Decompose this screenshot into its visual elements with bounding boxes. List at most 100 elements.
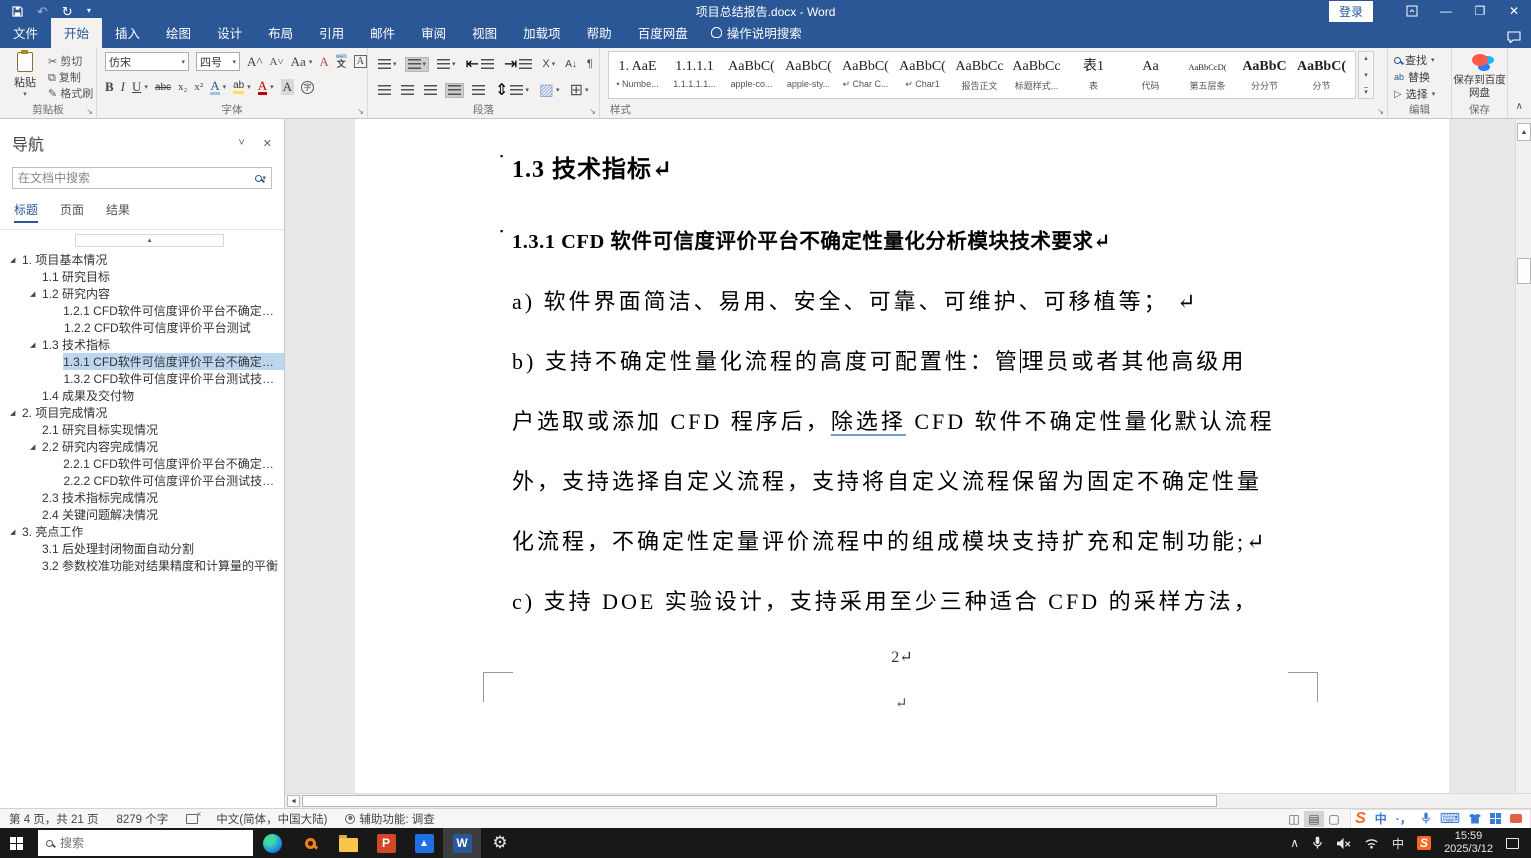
nav-scroll-up-strip[interactable]: ▲: [75, 234, 224, 247]
nav-item[interactable]: 1.4 成果及交付物: [0, 387, 284, 404]
highlight-color-button[interactable]: ab▾: [233, 81, 251, 94]
hidden-icons-chevron-icon[interactable]: ∧: [1290, 836, 1299, 850]
nav-item[interactable]: ◢1.3 技术指标: [0, 336, 284, 353]
ime-chinese-mode[interactable]: 中: [1375, 810, 1387, 827]
nav-options-chevron-icon[interactable]: ˅: [238, 137, 244, 150]
minimize-icon[interactable]: —: [1429, 0, 1463, 22]
clock[interactable]: 15:59 2025/3/12: [1444, 830, 1493, 856]
action-center-icon[interactable]: [1506, 838, 1519, 849]
ribbon-display-options-icon[interactable]: [1395, 0, 1429, 22]
paragraph-b-line3[interactable]: 外，支持选择自定义流程，支持将自定义流程保留为固定不确定性量: [512, 464, 1312, 496]
paste-button[interactable]: 粘贴 ▾: [8, 52, 42, 98]
nav-item[interactable]: 2.4 关键问题解决情况: [0, 506, 284, 523]
ime-punctuation-mode[interactable]: ·，: [1396, 810, 1412, 827]
collapse-ribbon-icon[interactable]: ∧: [1516, 101, 1523, 112]
italic-button[interactable]: I: [121, 79, 125, 95]
collapse-triangle-icon[interactable]: ◢: [30, 341, 39, 349]
style-item[interactable]: 1. AaE• Numbe...: [609, 52, 666, 98]
nav-close-icon[interactable]: ✕: [263, 137, 272, 150]
collapse-triangle-icon[interactable]: ◢: [10, 528, 19, 536]
shrink-font-button[interactable]: A˅: [270, 56, 284, 68]
numbering-button[interactable]: ▾: [405, 57, 430, 72]
nav-item[interactable]: 2.2.2 CFD软件可信度评价平台测试技术要求: [0, 472, 284, 489]
tab-help[interactable]: 帮助: [574, 18, 625, 48]
increase-indent-button[interactable]: ⇥: [502, 53, 534, 75]
nav-item[interactable]: 3.2 参数校准功能对结果精度和计算量的平衡: [0, 557, 284, 574]
strikethrough-button[interactable]: abc: [155, 82, 171, 93]
tab-addins[interactable]: 加载项: [510, 18, 574, 48]
proofing-error-icon[interactable]: [177, 814, 207, 824]
grow-font-button[interactable]: A^: [247, 54, 263, 70]
comments-icon[interactable]: [1507, 30, 1531, 48]
style-item[interactable]: AaBbC(分节: [1293, 52, 1350, 98]
nav-item[interactable]: ◢2.2 研究内容完成情况: [0, 438, 284, 455]
shading-button[interactable]: ▨▾: [537, 79, 562, 101]
sogou-logo-icon[interactable]: S: [1355, 810, 1366, 828]
nav-item-selected[interactable]: 1.3.1 CFD软件可信度评价平台不确定性量化...: [0, 353, 284, 370]
distribute-button[interactable]: [470, 84, 487, 97]
taskbar-search-box[interactable]: [38, 830, 253, 856]
language-indicator[interactable]: 中文(简体，中国大陆): [207, 811, 336, 827]
tab-review[interactable]: 审阅: [408, 18, 459, 48]
style-item[interactable]: AaBbC(apple-co...: [723, 52, 780, 98]
tab-layout[interactable]: 布局: [255, 18, 306, 48]
underline-button[interactable]: U▾: [132, 79, 148, 95]
styles-scroll-up-icon[interactable]: ▴: [1364, 54, 1368, 62]
ime-skin-icon[interactable]: [1469, 814, 1481, 824]
cut-button[interactable]: ✂ 剪切: [48, 53, 82, 69]
collapse-triangle-icon[interactable]: ◢: [10, 409, 19, 417]
nav-tab-headings[interactable]: 标题: [14, 201, 38, 223]
nav-item[interactable]: 2.3 技术指标完成情况: [0, 489, 284, 506]
change-case-button[interactable]: Aa▾: [291, 54, 313, 70]
ime-toolbox-grid-icon[interactable]: [1490, 813, 1501, 824]
volume-muted-icon[interactable]: [1336, 837, 1351, 850]
style-item[interactable]: AaBbCcD(第五层条: [1179, 52, 1236, 98]
nav-item[interactable]: ◢2. 项目完成情况: [0, 404, 284, 421]
nav-item[interactable]: 1.1 研究目标: [0, 268, 284, 285]
copy-button[interactable]: ⧉ 复制: [48, 69, 81, 85]
nav-item[interactable]: 1.2.2 CFD软件可信度评价平台测试: [0, 319, 284, 336]
font-name-select[interactable]: 仿宋▾: [105, 52, 189, 71]
collapse-triangle-icon[interactable]: ◢: [10, 256, 19, 264]
line-spacing-button[interactable]: ⇕▾: [493, 79, 531, 101]
tab-home[interactable]: 开始: [51, 18, 102, 48]
character-shading-button[interactable]: A: [281, 79, 294, 95]
format-painter-button[interactable]: ✎ 格式刷: [48, 85, 93, 101]
vertical-scrollbar-thumb[interactable]: [1517, 258, 1531, 284]
tab-file[interactable]: 文件: [0, 18, 51, 48]
borders-button[interactable]: ⊞▾: [568, 79, 591, 101]
print-layout-view-icon[interactable]: ▤: [1304, 811, 1324, 827]
decrease-indent-button[interactable]: ⇤: [464, 53, 496, 75]
style-item[interactable]: AaBbC分分节: [1236, 52, 1293, 98]
align-left-button[interactable]: [376, 84, 393, 97]
web-layout-view-icon[interactable]: ▢: [1324, 811, 1344, 827]
style-item[interactable]: AaBbC(↵ Char1: [894, 52, 951, 98]
style-item[interactable]: AaBbCc报告正文: [951, 52, 1008, 98]
taskbar-app-icon[interactable]: ▲: [405, 828, 443, 858]
align-right-button[interactable]: [422, 84, 439, 97]
document-page[interactable]: 1.3 技术指标↵ 1.3.1 CFD 软件可信度评价平台不确定性量化分析模块技…: [355, 119, 1449, 793]
style-item[interactable]: AaBbC(apple-sty...: [780, 52, 837, 98]
ime-keyboard-icon[interactable]: ⌨: [1440, 810, 1460, 827]
taskbar-word-icon[interactable]: W: [443, 828, 481, 858]
accessibility-status[interactable]: ☻辅助功能: 调查: [336, 811, 443, 827]
font-color-button[interactable]: A▾: [258, 79, 274, 95]
nav-item[interactable]: ◢3. 亮点工作: [0, 523, 284, 540]
sort-button[interactable]: A↓: [563, 58, 579, 71]
paragraph-b-line2[interactable]: 户选取或添加 CFD 程序后，除选择 CFD 软件不确定性量化默认流程: [512, 404, 1312, 436]
nav-search-box[interactable]: ▾: [12, 167, 272, 189]
vertical-scrollbar[interactable]: ▲: [1515, 119, 1531, 793]
heading-1-3-1[interactable]: 1.3.1 CFD 软件可信度评价平台不确定性量化分析模块技术要求↵: [512, 224, 1111, 254]
tray-sogou-icon[interactable]: S: [1417, 836, 1431, 850]
text-effects-button[interactable]: A▾: [210, 79, 226, 95]
font-size-select[interactable]: 四号▾: [196, 52, 240, 71]
nav-item[interactable]: ◢1.2 研究内容: [0, 285, 284, 302]
clear-formatting-button[interactable]: A: [319, 54, 328, 70]
start-button[interactable]: [0, 828, 38, 858]
taskbar-file-explorer-icon[interactable]: [329, 828, 367, 858]
bullets-button[interactable]: ▾: [376, 58, 399, 71]
nav-item[interactable]: 1.2.1 CFD软件可信度评价平台不确定性量化...: [0, 302, 284, 319]
justify-button[interactable]: [445, 83, 464, 98]
network-icon[interactable]: [1364, 837, 1379, 849]
phonetic-guide-button[interactable]: wén文: [336, 54, 347, 69]
